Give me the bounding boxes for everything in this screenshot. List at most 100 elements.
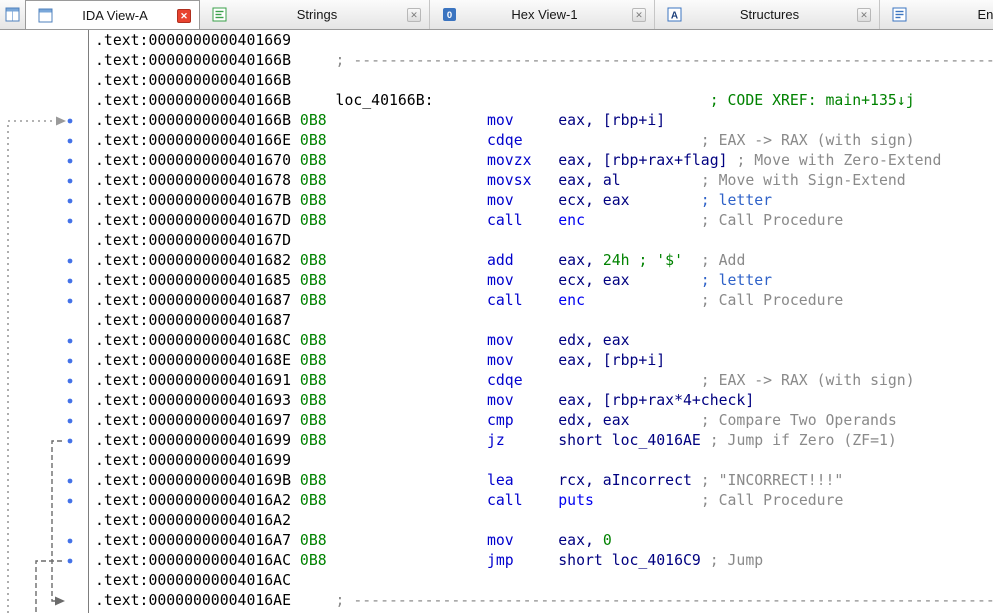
asm-seg-g: 0B8	[291, 492, 327, 509]
strings-icon	[212, 7, 227, 22]
asm-line[interactable]: .text:000000000040169B 0B8 lea rcx, aInc…	[0, 471, 993, 491]
asm-seg-k: .text:000000000040166B	[95, 72, 291, 89]
asm-seg-m: mov	[326, 192, 514, 209]
asm-seg-g: 24h ; '$'	[602, 252, 683, 269]
asm-seg-g: 0B8	[291, 352, 327, 369]
asm-seg-g: 0B8	[291, 292, 327, 309]
jump-arrowhead-jz	[55, 596, 65, 606]
asm-line[interactable]: .text:00000000004016A7 0B8 mov eax, 0	[0, 531, 993, 551]
asm-seg-m: mov	[326, 272, 514, 289]
asm-seg-g: 0B8	[291, 272, 327, 289]
close-tab-icon[interactable]: ✕	[632, 7, 646, 22]
asm-seg-k: .text:00000000004016AC	[95, 552, 291, 569]
asm-line[interactable]: .text:00000000004016A2	[0, 511, 993, 531]
asm-seg-k: .text:000000000040166B	[95, 52, 291, 69]
asm-line[interactable]: .text:000000000040167B 0B8 mov ecx, eax …	[0, 191, 993, 211]
asm-seg-k: .text:00000000004016AC	[95, 572, 291, 589]
asm-line[interactable]: .text:000000000040166B 0B8 mov eax, [rbp…	[0, 111, 993, 131]
asm-seg-c: ; Call Procedure	[593, 492, 844, 509]
asm-seg-k: .text:00000000004016A2	[95, 512, 291, 529]
disassembly-view[interactable]: .text:0000000000401669 .text:000000000040…	[0, 30, 993, 613]
instruction-dots	[67, 118, 73, 564]
asm-line[interactable]: .text:0000000000401682 0B8 add eax, 24h …	[0, 251, 993, 271]
asm-line[interactable]: .text:000000000040166B loc_40166B: ; COD…	[0, 91, 993, 111]
asm-seg-c: ; EAX -> RAX (with sign)	[522, 372, 915, 389]
asm-line[interactable]: .text:0000000000401669	[0, 31, 993, 51]
asm-seg-g: 0B8	[291, 412, 327, 429]
asm-line[interactable]: .text:0000000000401691 0B8 cdqe ; EAX ->…	[0, 371, 993, 391]
tab-hex-view-1[interactable]: 0 Hex View-1 ✕	[430, 0, 655, 29]
asm-seg-k: .text:0000000000401678	[95, 172, 291, 189]
asm-seg-m: movsx	[326, 172, 532, 189]
tab-label: Hex View-1	[511, 7, 578, 22]
close-tab-icon[interactable]: ✕	[857, 7, 871, 22]
asm-line[interactable]: .text:0000000000401693 0B8 mov eax, [rbp…	[0, 391, 993, 411]
asm-seg-k: .text:0000000000401693	[95, 392, 291, 409]
asm-seg-k: .text:0000000000401687	[95, 292, 291, 309]
asm-line[interactable]: .text:000000000040167D 0B8 call enc ; Ca…	[0, 211, 993, 231]
instruction-dot	[67, 378, 73, 384]
jump-arrowhead-incoming	[56, 116, 66, 126]
asm-seg-g: 0B8	[291, 172, 327, 189]
asm-line[interactable]: .text:000000000040166B	[0, 71, 993, 91]
close-tab-icon[interactable]: ✕	[407, 7, 421, 22]
tab-structures[interactable]: A Structures ✕	[655, 0, 880, 29]
ida-view-icon	[38, 8, 53, 23]
asm-seg-c: ; EAX -> RAX (with sign)	[522, 132, 915, 149]
asm-seg-k: .text:000000000040166B	[95, 92, 291, 109]
tab-ida-view-a[interactable]: IDA View-A ✕	[25, 0, 200, 29]
asm-seg-m: mov	[326, 332, 514, 349]
asm-line[interactable]: .text:0000000000401678 0B8 movsx eax, al…	[0, 171, 993, 191]
asm-line[interactable]: .text:0000000000401687 0B8 call enc ; Ca…	[0, 291, 993, 311]
asm-line[interactable]: .text:0000000000401687	[0, 311, 993, 331]
tab-strings[interactable]: Strings ✕	[200, 0, 430, 29]
asm-line[interactable]: .text:00000000004016A2 0B8 call puts ; C…	[0, 491, 993, 511]
asm-line[interactable]: .text:000000000040168C 0B8 mov edx, eax	[0, 331, 993, 351]
asm-line[interactable]: .text:000000000040167D	[0, 231, 993, 251]
asm-seg-c: ; --------------------------------------…	[335, 52, 993, 69]
instruction-dot	[67, 138, 73, 144]
instruction-dot	[67, 198, 73, 204]
tab-label: IDA View-A	[82, 8, 148, 23]
asm-seg-o: edx, eax	[513, 332, 630, 349]
asm-line[interactable]: .text:0000000000401685 0B8 mov ecx, eax …	[0, 271, 993, 291]
asm-seg-k: .text:0000000000401669	[95, 32, 291, 49]
instruction-dot	[67, 558, 73, 564]
asm-seg-m: call	[326, 292, 523, 309]
asm-seg-g: 0B8	[291, 132, 327, 149]
asm-line[interactable]: .text:00000000004016AC 0B8 jmp short loc…	[0, 551, 993, 571]
asm-seg-c: ; Compare Two Operands	[629, 412, 897, 429]
asm-seg-g: 0B8	[291, 152, 327, 169]
asm-seg-g: 0B8	[291, 212, 327, 229]
asm-line[interactable]: .text:000000000040166E 0B8 cdqe ; EAX ->…	[0, 131, 993, 151]
jump-arrows-panel	[7, 30, 89, 613]
window-menu-button[interactable]	[0, 0, 25, 29]
asm-line[interactable]: .text:0000000000401697 0B8 cmp edx, eax …	[0, 411, 993, 431]
asm-line[interactable]: .text:0000000000401670 0B8 movzx eax, [r…	[0, 151, 993, 171]
asm-seg-o: short loc_4016AE	[504, 432, 701, 449]
instruction-dot	[67, 338, 73, 344]
asm-line[interactable]: .text:00000000004016AE ; ---------------…	[0, 591, 993, 611]
asm-seg-u: ; letter	[629, 272, 773, 289]
asm-line[interactable]: .text:00000000004016AC	[0, 571, 993, 591]
asm-line[interactable]: .text:000000000040166B ; ---------------…	[0, 51, 993, 71]
asm-seg-u: ; letter	[629, 192, 773, 209]
asm-seg-k: .text:0000000000401682	[95, 252, 291, 269]
asm-line[interactable]: .text:0000000000401699	[0, 451, 993, 471]
asm-seg-m: cdqe	[326, 132, 523, 149]
tab-enum[interactable]: Enum ✕	[880, 0, 993, 29]
asm-seg-k: .text:000000000040167D	[95, 232, 291, 249]
asm-seg-m: cmp	[326, 412, 514, 429]
asm-line[interactable]: .text:000000000040168E 0B8 mov eax, [rbp…	[0, 351, 993, 371]
close-tab-icon[interactable]: ✕	[177, 8, 191, 23]
asm-seg-g: 0B8	[291, 532, 327, 549]
asm-seg-m: mov	[326, 392, 514, 409]
asm-line[interactable]: .text:0000000000401699 0B8 jz short loc_…	[0, 431, 993, 451]
asm-seg-g: 0B8	[291, 552, 327, 569]
asm-seg-c: ; "INCORRECT!!!"	[691, 472, 844, 489]
asm-seg-m: call	[326, 212, 523, 229]
disassembly-listing[interactable]: .text:0000000000401669 .text:000000000040…	[0, 31, 993, 611]
asm-seg-k: .text:00000000004016A2	[95, 492, 291, 509]
asm-seg-c: ; --------------------------------------…	[335, 592, 993, 609]
asm-seg-o: eax, [rbp+rax+flag]	[531, 152, 728, 169]
